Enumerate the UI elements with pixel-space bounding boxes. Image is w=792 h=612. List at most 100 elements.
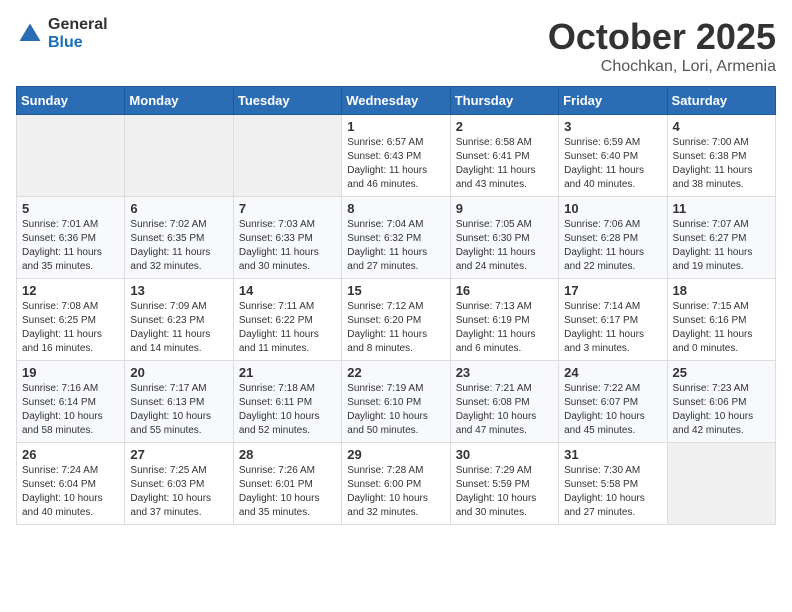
day-number: 4 bbox=[673, 119, 770, 134]
calendar-cell: 27 Sunrise: 7:25 AMSunset: 6:03 PMDaylig… bbox=[125, 443, 233, 525]
calendar-cell bbox=[125, 115, 233, 197]
day-info: Sunrise: 7:03 AMSunset: 6:33 PMDaylight:… bbox=[239, 218, 336, 274]
calendar-cell: 12 Sunrise: 7:08 AMSunset: 6:25 PMDaylig… bbox=[17, 279, 125, 361]
calendar-cell: 21 Sunrise: 7:18 AMSunset: 6:11 PMDaylig… bbox=[233, 361, 341, 443]
day-number: 13 bbox=[130, 283, 227, 298]
day-number: 20 bbox=[130, 365, 227, 380]
weekday-header: Monday bbox=[125, 87, 233, 115]
day-number: 2 bbox=[456, 119, 553, 134]
day-info: Sunrise: 7:15 AMSunset: 6:16 PMDaylight:… bbox=[673, 300, 770, 356]
calendar-cell: 2 Sunrise: 6:58 AMSunset: 6:41 PMDayligh… bbox=[450, 115, 558, 197]
calendar-cell: 14 Sunrise: 7:11 AMSunset: 6:22 PMDaylig… bbox=[233, 279, 341, 361]
calendar-cell: 5 Sunrise: 7:01 AMSunset: 6:36 PMDayligh… bbox=[17, 197, 125, 279]
day-info: Sunrise: 7:26 AMSunset: 6:01 PMDaylight:… bbox=[239, 464, 336, 520]
day-info: Sunrise: 7:16 AMSunset: 6:14 PMDaylight:… bbox=[22, 382, 119, 438]
day-number: 22 bbox=[347, 365, 444, 380]
day-info: Sunrise: 6:58 AMSunset: 6:41 PMDaylight:… bbox=[456, 136, 553, 192]
calendar-cell: 9 Sunrise: 7:05 AMSunset: 6:30 PMDayligh… bbox=[450, 197, 558, 279]
calendar-cell: 23 Sunrise: 7:21 AMSunset: 6:08 PMDaylig… bbox=[450, 361, 558, 443]
calendar-cell: 11 Sunrise: 7:07 AMSunset: 6:27 PMDaylig… bbox=[667, 197, 775, 279]
logo-text: General Blue bbox=[48, 16, 108, 51]
day-number: 21 bbox=[239, 365, 336, 380]
day-info: Sunrise: 7:18 AMSunset: 6:11 PMDaylight:… bbox=[239, 382, 336, 438]
day-number: 23 bbox=[456, 365, 553, 380]
calendar-cell: 4 Sunrise: 7:00 AMSunset: 6:38 PMDayligh… bbox=[667, 115, 775, 197]
calendar-cell: 19 Sunrise: 7:16 AMSunset: 6:14 PMDaylig… bbox=[17, 361, 125, 443]
logo-icon bbox=[16, 20, 44, 48]
page-header: General Blue October 2025 Chochkan, Lori… bbox=[16, 16, 776, 76]
day-number: 1 bbox=[347, 119, 444, 134]
day-number: 9 bbox=[456, 201, 553, 216]
day-info: Sunrise: 7:09 AMSunset: 6:23 PMDaylight:… bbox=[130, 300, 227, 356]
day-number: 24 bbox=[564, 365, 661, 380]
day-info: Sunrise: 7:30 AMSunset: 5:58 PMDaylight:… bbox=[564, 464, 661, 520]
calendar-cell: 15 Sunrise: 7:12 AMSunset: 6:20 PMDaylig… bbox=[342, 279, 450, 361]
day-info: Sunrise: 6:57 AMSunset: 6:43 PMDaylight:… bbox=[347, 136, 444, 192]
calendar-cell: 24 Sunrise: 7:22 AMSunset: 6:07 PMDaylig… bbox=[559, 361, 667, 443]
day-info: Sunrise: 7:23 AMSunset: 6:06 PMDaylight:… bbox=[673, 382, 770, 438]
day-number: 29 bbox=[347, 447, 444, 462]
day-info: Sunrise: 7:06 AMSunset: 6:28 PMDaylight:… bbox=[564, 218, 661, 274]
calendar-cell bbox=[667, 443, 775, 525]
day-info: Sunrise: 6:59 AMSunset: 6:40 PMDaylight:… bbox=[564, 136, 661, 192]
day-number: 16 bbox=[456, 283, 553, 298]
day-info: Sunrise: 7:14 AMSunset: 6:17 PMDaylight:… bbox=[564, 300, 661, 356]
calendar-cell: 3 Sunrise: 6:59 AMSunset: 6:40 PMDayligh… bbox=[559, 115, 667, 197]
calendar-week-row: 12 Sunrise: 7:08 AMSunset: 6:25 PMDaylig… bbox=[17, 279, 776, 361]
day-number: 17 bbox=[564, 283, 661, 298]
day-info: Sunrise: 7:29 AMSunset: 5:59 PMDaylight:… bbox=[456, 464, 553, 520]
day-number: 3 bbox=[564, 119, 661, 134]
weekday-header: Wednesday bbox=[342, 87, 450, 115]
day-info: Sunrise: 7:22 AMSunset: 6:07 PMDaylight:… bbox=[564, 382, 661, 438]
calendar-cell bbox=[17, 115, 125, 197]
day-info: Sunrise: 7:08 AMSunset: 6:25 PMDaylight:… bbox=[22, 300, 119, 356]
logo-general: General bbox=[48, 16, 108, 34]
day-info: Sunrise: 7:00 AMSunset: 6:38 PMDaylight:… bbox=[673, 136, 770, 192]
day-info: Sunrise: 7:24 AMSunset: 6:04 PMDaylight:… bbox=[22, 464, 119, 520]
day-info: Sunrise: 7:05 AMSunset: 6:30 PMDaylight:… bbox=[456, 218, 553, 274]
day-number: 6 bbox=[130, 201, 227, 216]
day-number: 25 bbox=[673, 365, 770, 380]
weekday-header: Sunday bbox=[17, 87, 125, 115]
day-info: Sunrise: 7:25 AMSunset: 6:03 PMDaylight:… bbox=[130, 464, 227, 520]
day-info: Sunrise: 7:04 AMSunset: 6:32 PMDaylight:… bbox=[347, 218, 444, 274]
day-number: 15 bbox=[347, 283, 444, 298]
day-number: 11 bbox=[673, 201, 770, 216]
calendar-cell: 7 Sunrise: 7:03 AMSunset: 6:33 PMDayligh… bbox=[233, 197, 341, 279]
logo-blue: Blue bbox=[48, 34, 108, 52]
day-number: 18 bbox=[673, 283, 770, 298]
day-number: 7 bbox=[239, 201, 336, 216]
calendar-cell: 29 Sunrise: 7:28 AMSunset: 6:00 PMDaylig… bbox=[342, 443, 450, 525]
day-info: Sunrise: 7:02 AMSunset: 6:35 PMDaylight:… bbox=[130, 218, 227, 274]
calendar-week-row: 1 Sunrise: 6:57 AMSunset: 6:43 PMDayligh… bbox=[17, 115, 776, 197]
calendar-cell: 6 Sunrise: 7:02 AMSunset: 6:35 PMDayligh… bbox=[125, 197, 233, 279]
weekday-header: Thursday bbox=[450, 87, 558, 115]
calendar-week-row: 19 Sunrise: 7:16 AMSunset: 6:14 PMDaylig… bbox=[17, 361, 776, 443]
day-info: Sunrise: 7:11 AMSunset: 6:22 PMDaylight:… bbox=[239, 300, 336, 356]
day-info: Sunrise: 7:12 AMSunset: 6:20 PMDaylight:… bbox=[347, 300, 444, 356]
day-number: 10 bbox=[564, 201, 661, 216]
day-info: Sunrise: 7:01 AMSunset: 6:36 PMDaylight:… bbox=[22, 218, 119, 274]
calendar-cell: 17 Sunrise: 7:14 AMSunset: 6:17 PMDaylig… bbox=[559, 279, 667, 361]
calendar-location: Chochkan, Lori, Armenia bbox=[548, 58, 776, 76]
day-number: 28 bbox=[239, 447, 336, 462]
day-info: Sunrise: 7:28 AMSunset: 6:00 PMDaylight:… bbox=[347, 464, 444, 520]
calendar-cell: 26 Sunrise: 7:24 AMSunset: 6:04 PMDaylig… bbox=[17, 443, 125, 525]
day-info: Sunrise: 7:21 AMSunset: 6:08 PMDaylight:… bbox=[456, 382, 553, 438]
calendar-cell bbox=[233, 115, 341, 197]
day-number: 27 bbox=[130, 447, 227, 462]
calendar-title: October 2025 bbox=[548, 16, 776, 58]
day-info: Sunrise: 7:19 AMSunset: 6:10 PMDaylight:… bbox=[347, 382, 444, 438]
calendar-cell: 25 Sunrise: 7:23 AMSunset: 6:06 PMDaylig… bbox=[667, 361, 775, 443]
day-number: 8 bbox=[347, 201, 444, 216]
day-number: 30 bbox=[456, 447, 553, 462]
calendar-cell: 22 Sunrise: 7:19 AMSunset: 6:10 PMDaylig… bbox=[342, 361, 450, 443]
calendar-cell: 16 Sunrise: 7:13 AMSunset: 6:19 PMDaylig… bbox=[450, 279, 558, 361]
weekday-header: Tuesday bbox=[233, 87, 341, 115]
calendar-cell: 8 Sunrise: 7:04 AMSunset: 6:32 PMDayligh… bbox=[342, 197, 450, 279]
day-number: 31 bbox=[564, 447, 661, 462]
title-block: October 2025 Chochkan, Lori, Armenia bbox=[548, 16, 776, 76]
calendar-table: SundayMondayTuesdayWednesdayThursdayFrid… bbox=[16, 86, 776, 525]
calendar-cell: 10 Sunrise: 7:06 AMSunset: 6:28 PMDaylig… bbox=[559, 197, 667, 279]
calendar-cell: 30 Sunrise: 7:29 AMSunset: 5:59 PMDaylig… bbox=[450, 443, 558, 525]
